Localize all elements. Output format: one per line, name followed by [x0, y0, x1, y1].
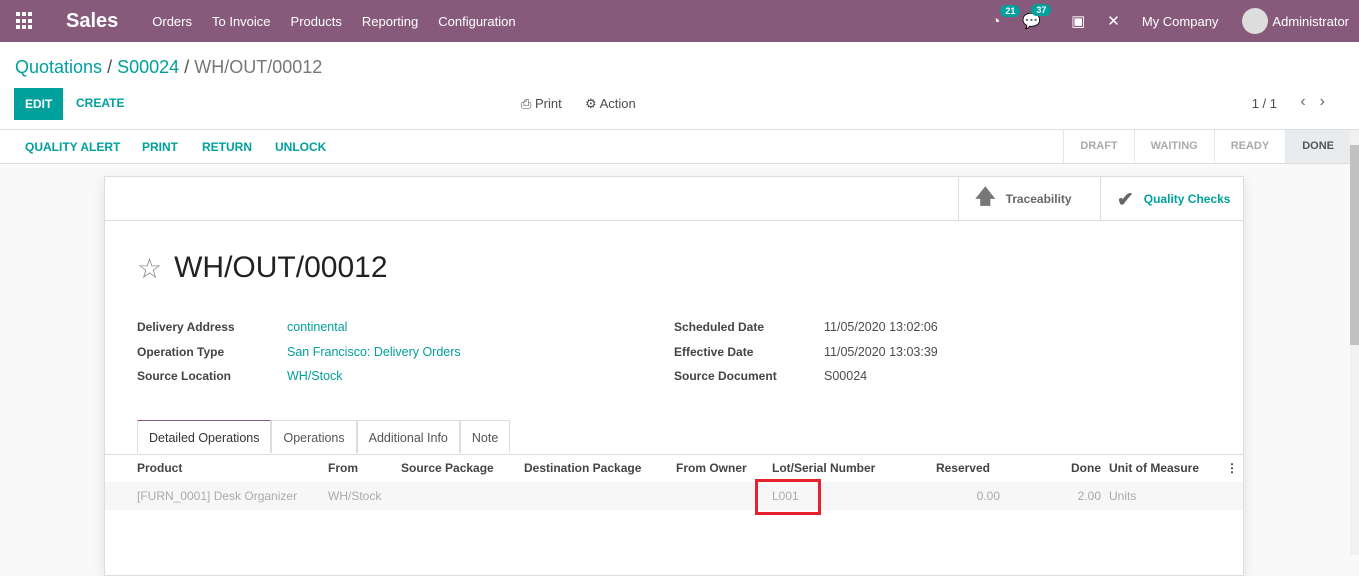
col-done[interactable]: Done — [1071, 461, 1101, 475]
print-button[interactable]: ⎙ Print — [521, 96, 562, 112]
cell-done: 2.00 — [1077, 489, 1101, 503]
user-menu[interactable]: Administrator — [1272, 14, 1349, 29]
return-button[interactable]: RETURN — [202, 140, 252, 154]
menu-to-invoice[interactable]: To Invoice — [212, 14, 271, 29]
status-bar: QUALITY ALERT PRINT RETURN UNLOCK DRAFT … — [0, 129, 1359, 164]
quality-checks-label: Quality Checks — [1143, 192, 1231, 206]
unlock-button[interactable]: UNLOCK — [275, 140, 326, 154]
col-source-package[interactable]: Source Package — [401, 461, 494, 475]
effective-date-label: Effective Date — [674, 345, 754, 359]
activity-badge: 21 — [1000, 4, 1021, 17]
pager-next-icon[interactable]: › — [1320, 93, 1339, 110]
apps-menu-icon[interactable] — [16, 12, 34, 30]
pager-prev-icon[interactable]: ‹ — [1300, 93, 1319, 110]
col-lot-serial[interactable]: Lot/Serial Number — [772, 461, 875, 475]
button-box: 🡅 Traceability ✔ Quality Checks — [105, 177, 1243, 221]
lot-highlight-box — [755, 479, 821, 515]
breadcrumb-quotations[interactable]: Quotations — [15, 57, 102, 77]
app-brand[interactable]: Sales — [66, 10, 118, 33]
scheduled-date-value: 11/05/2020 13:02:06 — [824, 320, 938, 334]
gift-icon[interactable]: ▣ — [1071, 12, 1085, 30]
cell-product: [FURN_0001] Desk Organizer — [137, 489, 298, 503]
print-icon: ⎙ — [521, 96, 536, 111]
operation-type-value[interactable]: San Francisco: Delivery Orders — [287, 345, 461, 359]
control-panel — [0, 42, 1359, 130]
tab-additional-info[interactable]: Additional Info — [356, 420, 460, 453]
col-from-owner[interactable]: From Owner — [676, 461, 747, 475]
company-switcher[interactable]: My Company — [1142, 14, 1219, 29]
col-uom[interactable]: Unit of Measure — [1109, 461, 1199, 475]
breadcrumb-sep: / — [107, 57, 113, 77]
traceability-label: Traceability — [1005, 192, 1072, 206]
cell-reserved: 0.00 — [976, 489, 1000, 503]
quality-alert-button[interactable]: QUALITY ALERT — [25, 140, 120, 154]
cell-from: WH/Stock — [328, 489, 382, 503]
source-location-value[interactable]: WH/Stock — [287, 369, 343, 383]
quality-checks-button[interactable]: ✔ Quality Checks — [1100, 177, 1245, 221]
breadcrumb-order[interactable]: S00024 — [117, 57, 179, 77]
menu-products[interactable]: Products — [291, 14, 342, 29]
edit-button[interactable]: EDIT — [14, 88, 64, 120]
pager-value[interactable]: 1 / 1 — [1252, 96, 1277, 111]
col-reserved[interactable]: Reserved — [936, 461, 990, 475]
form-sheet: 🡅 Traceability ✔ Quality Checks ☆ WH/OUT/00… — [104, 176, 1244, 576]
messages-icon[interactable]: 💬 37 — [1022, 4, 1052, 30]
breadcrumb-sep: / — [184, 57, 190, 77]
top-navbar: Sales Orders To Invoice Products Reporting C… — [0, 0, 1359, 42]
delivery-address-value[interactable]: continental — [287, 320, 347, 334]
col-destination-package[interactable]: Destination Package — [524, 461, 641, 475]
scrollbar[interactable] — [1350, 130, 1359, 555]
stage-ready: READY — [1213, 130, 1286, 163]
action-label: Action — [599, 96, 636, 111]
operation-type-label: Operation Type — [137, 345, 225, 359]
stage-draft: DRAFT — [1063, 130, 1133, 163]
messages-badge: 37 — [1031, 4, 1052, 16]
breadcrumb-current: WH/OUT/00012 — [194, 57, 323, 77]
star-icon[interactable]: ☆ — [137, 252, 162, 285]
scrollbar-thumb[interactable] — [1350, 145, 1359, 345]
source-document-value: S00024 — [824, 369, 868, 383]
print-report-button[interactable]: PRINT — [142, 140, 178, 154]
menu-orders[interactable]: Orders — [152, 14, 192, 29]
tab-detailed-operations[interactable]: Detailed Operations — [137, 420, 272, 453]
scheduled-date-label: Scheduled Date — [674, 320, 765, 334]
activity-clock-icon[interactable]: ◔ 21 — [991, 4, 1021, 30]
col-product[interactable]: Product — [137, 461, 182, 475]
delivery-address-label: Delivery Address — [137, 320, 235, 334]
menu-reporting[interactable]: Reporting — [362, 14, 418, 29]
menu-configuration[interactable]: Configuration — [438, 14, 515, 29]
table-row[interactable]: [FURN_0001] Desk Organizer WH/Stock L001… — [105, 482, 1243, 510]
source-location-label: Source Location — [137, 369, 232, 383]
print-label: Print — [535, 96, 562, 111]
breadcrumb: Quotations / S00024 / WH/OUT/00012 — [15, 57, 322, 78]
col-from[interactable]: From — [328, 461, 358, 475]
check-icon: ✔ — [1117, 188, 1134, 211]
column-options-icon[interactable]: ⋮ — [1226, 461, 1238, 475]
stage-done: DONE — [1285, 130, 1350, 163]
cell-uom: Units — [1109, 489, 1137, 503]
stage-waiting: WAITING — [1133, 130, 1214, 163]
arrow-up-icon: 🡅 — [975, 186, 996, 208]
tab-divider — [105, 454, 1243, 455]
avatar[interactable] — [1242, 8, 1269, 34]
tab-note[interactable]: Note — [459, 420, 511, 453]
source-document-label: Source Document — [674, 369, 777, 383]
tab-operations[interactable]: Operations — [271, 420, 357, 453]
record-name: WH/OUT/00012 — [174, 251, 388, 284]
create-button[interactable]: CREATE — [76, 96, 124, 110]
tools-icon[interactable]: ✕ — [1107, 12, 1120, 30]
effective-date-value: 11/05/2020 13:03:39 — [824, 345, 938, 359]
traceability-button[interactable]: 🡅 Traceability — [958, 177, 1100, 221]
gear-icon: ⚙ — [585, 96, 600, 111]
action-button[interactable]: ⚙ Action — [585, 96, 636, 112]
